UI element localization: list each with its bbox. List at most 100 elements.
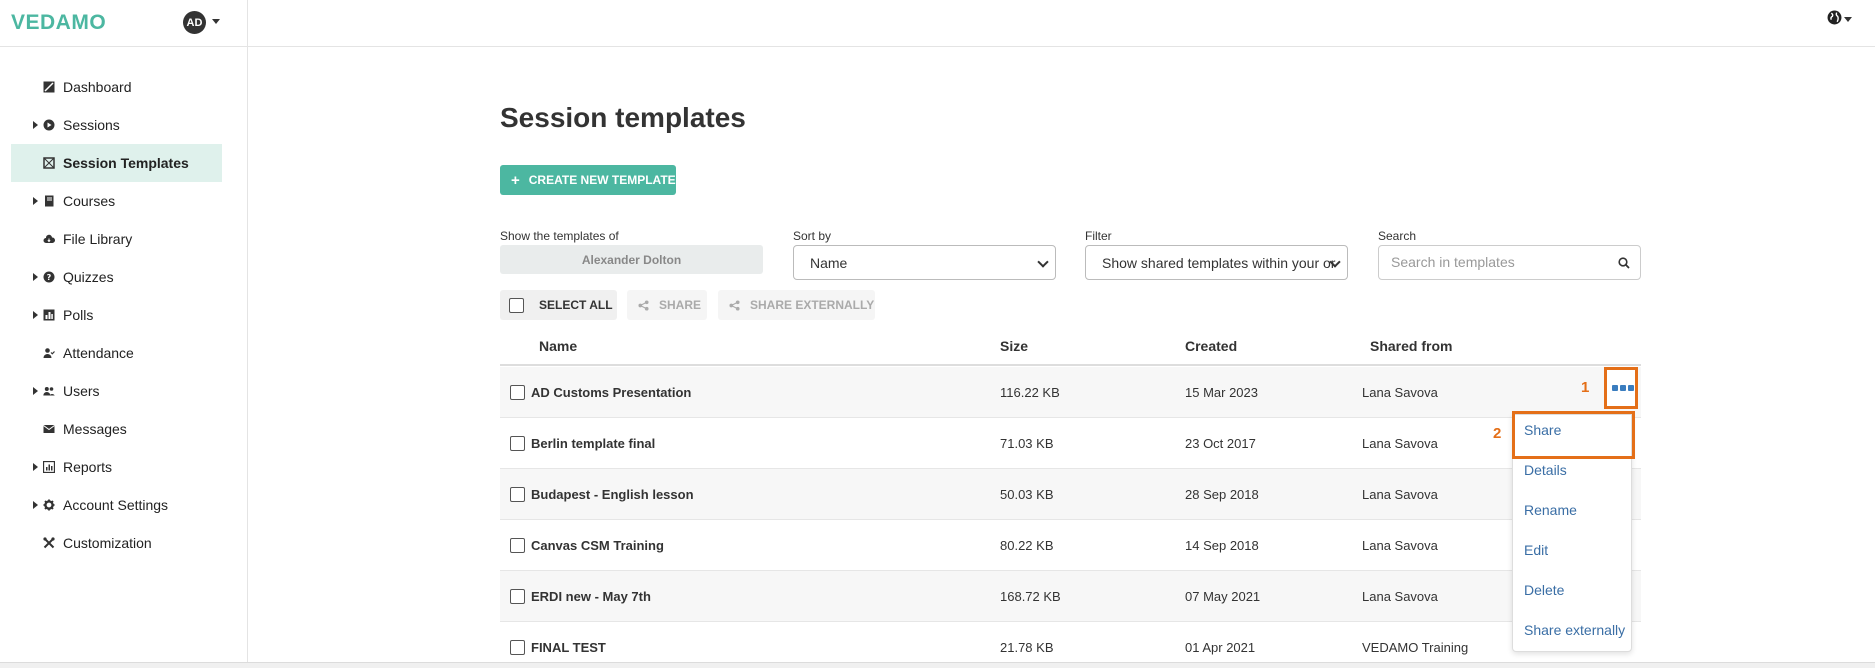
row-actions-button[interactable]	[1604, 367, 1638, 409]
select-all-checkbox[interactable]	[509, 297, 524, 313]
callout-step-2: 2	[1493, 425, 1502, 442]
sidebar-item-label: Sessions	[63, 117, 120, 133]
row-name[interactable]: ERDI new - May 7th	[531, 589, 651, 604]
sidebar-item-dashboard[interactable]: Dashboard	[11, 68, 222, 106]
sidebar-item-messages[interactable]: Messages	[11, 410, 222, 448]
sidebar-item-reports[interactable]: Reports	[11, 448, 222, 486]
share-externally-button[interactable]: SHARE EXTERNALLY	[718, 290, 875, 320]
row-shared-from: VEDAMO Training	[1362, 640, 1469, 655]
column-header-shared-from[interactable]: Shared from	[1370, 338, 1452, 354]
row-checkbox[interactable]	[510, 640, 525, 655]
show-templates-label: Show the templates of	[500, 229, 619, 243]
chevron-down-icon[interactable]	[212, 19, 220, 24]
row-name[interactable]: FINAL TEST	[531, 640, 606, 655]
avatar[interactable]: AD	[183, 11, 206, 34]
row-checkbox[interactable]	[510, 487, 525, 502]
row-checkbox[interactable]	[510, 436, 525, 451]
plus-icon: +	[511, 171, 520, 189]
sidebar-item-courses[interactable]: Courses	[11, 182, 222, 220]
select-all-button[interactable]: SELECT ALL	[500, 290, 617, 320]
sidebar-item-customization[interactable]: Customization	[11, 524, 222, 562]
callout-step-1: 1	[1581, 379, 1590, 396]
table-row[interactable]: ERDI new - May 7th 168.72 KB 07 May 2021…	[500, 571, 1641, 622]
row-name[interactable]: AD Customs Presentation	[531, 385, 691, 400]
menu-item-edit[interactable]: Edit	[1524, 542, 1548, 558]
row-name[interactable]: Budapest - English lesson	[531, 487, 694, 502]
share-externally-label: SHARE EXTERNALLY	[750, 298, 875, 312]
table-row[interactable]: FINAL TEST 21.78 KB 01 Apr 2021 VEDAMO T…	[500, 622, 1641, 662]
search-input[interactable]	[1391, 254, 1611, 270]
sidebar-item-label: Customization	[63, 535, 152, 551]
template-icon	[43, 157, 55, 169]
row-shared-from: Lana Savova	[1362, 589, 1438, 604]
row-checkbox[interactable]	[510, 538, 525, 553]
table-row[interactable]: Canvas CSM Training 80.22 KB 14 Sep 2018…	[500, 520, 1641, 571]
row-shared-from: Lana Savova	[1362, 385, 1438, 400]
row-name[interactable]: Berlin template final	[531, 436, 655, 451]
create-new-template-button[interactable]: + CREATE NEW TEMPLATE	[500, 165, 676, 195]
sidebar-item-session-templates[interactable]: Session Templates	[11, 144, 222, 182]
filter-select[interactable]: Show shared templates within your or	[1085, 245, 1348, 280]
caret-right-icon	[33, 273, 38, 281]
sidebar-item-file-library[interactable]: File Library	[11, 220, 222, 258]
sidebar-item-quizzes[interactable]: ? Quizzes	[11, 258, 222, 296]
table-row[interactable]: AD Customs Presentation 116.22 KB 15 Mar…	[500, 367, 1641, 418]
row-size: 116.22 KB	[1000, 385, 1060, 400]
chevron-down-icon	[1037, 256, 1049, 268]
gear-icon	[43, 499, 55, 511]
row-created: 01 Apr 2021	[1185, 640, 1256, 655]
sort-by-value: Name	[810, 254, 848, 271]
search-label: Search	[1378, 229, 1417, 243]
row-checkbox[interactable]	[510, 385, 525, 400]
tools-icon	[43, 537, 55, 549]
column-header-size[interactable]: Size	[1000, 338, 1028, 354]
search-icon[interactable]	[1618, 257, 1630, 269]
sort-by-select[interactable]: Name	[793, 245, 1056, 280]
column-header-name[interactable]: Name	[539, 338, 577, 354]
row-shared-from: Lana Savova	[1362, 436, 1438, 451]
sidebar-item-users[interactable]: Users	[11, 372, 222, 410]
window-bottom-edge	[0, 662, 1875, 668]
cloud-icon	[43, 234, 55, 243]
chevron-down-icon[interactable]	[1844, 17, 1852, 22]
envelope-icon	[43, 425, 55, 433]
row-size: 168.72 KB	[1000, 589, 1061, 604]
sidebar-item-label: Attendance	[63, 345, 134, 361]
caret-right-icon	[33, 387, 38, 395]
share-icon	[638, 299, 649, 311]
sidebar-item-label: File Library	[63, 231, 133, 247]
sidebar-item-label: Users	[63, 383, 100, 399]
sidebar-item-label: Messages	[63, 421, 127, 437]
sidebar-item-label: Dashboard	[63, 79, 132, 95]
brand-row: VEDAMO AD	[0, 0, 247, 47]
menu-item-delete[interactable]: Delete	[1524, 582, 1564, 598]
sidebar-item-account-settings[interactable]: Account Settings	[11, 486, 222, 524]
sidebar-item-label: Reports	[63, 459, 113, 475]
share-button[interactable]: SHARE	[627, 290, 707, 320]
chart-icon	[43, 309, 55, 321]
vedamo-logo[interactable]: VEDAMO	[11, 11, 106, 35]
sidebar-item-sessions[interactable]: Sessions	[11, 106, 222, 144]
svg-text:?: ?	[47, 273, 52, 282]
row-checkbox[interactable]	[510, 589, 525, 604]
caret-right-icon	[33, 121, 38, 129]
create-new-template-label: CREATE NEW TEMPLATE	[528, 173, 676, 187]
table-row[interactable]: Budapest - English lesson 50.03 KB 28 Se…	[500, 469, 1641, 520]
table-row[interactable]: Berlin template final 71.03 KB 23 Oct 20…	[500, 418, 1641, 469]
share-label: SHARE	[659, 298, 702, 312]
play-circle-icon	[43, 119, 55, 131]
row-size: 71.03 KB	[1000, 436, 1054, 451]
menu-item-details[interactable]: Details	[1524, 462, 1567, 478]
sidebar-item-polls[interactable]: Polls	[11, 296, 222, 334]
menu-item-share-externally[interactable]: Share externally	[1524, 622, 1625, 638]
column-header-created[interactable]: Created	[1185, 338, 1237, 354]
menu-item-rename[interactable]: Rename	[1524, 502, 1577, 518]
row-name[interactable]: Canvas CSM Training	[531, 538, 664, 553]
globe-icon[interactable]	[1827, 10, 1842, 25]
page-title: Session templates	[500, 102, 746, 133]
caret-right-icon	[33, 463, 38, 471]
sidebar-item-label: Polls	[63, 307, 94, 323]
app-root: VEDAMO AD Dashboard Sessions Session Tem…	[0, 0, 1875, 668]
sidebar-item-attendance[interactable]: Attendance	[11, 334, 222, 372]
owner-selector[interactable]: Alexander Dolton	[500, 245, 763, 274]
